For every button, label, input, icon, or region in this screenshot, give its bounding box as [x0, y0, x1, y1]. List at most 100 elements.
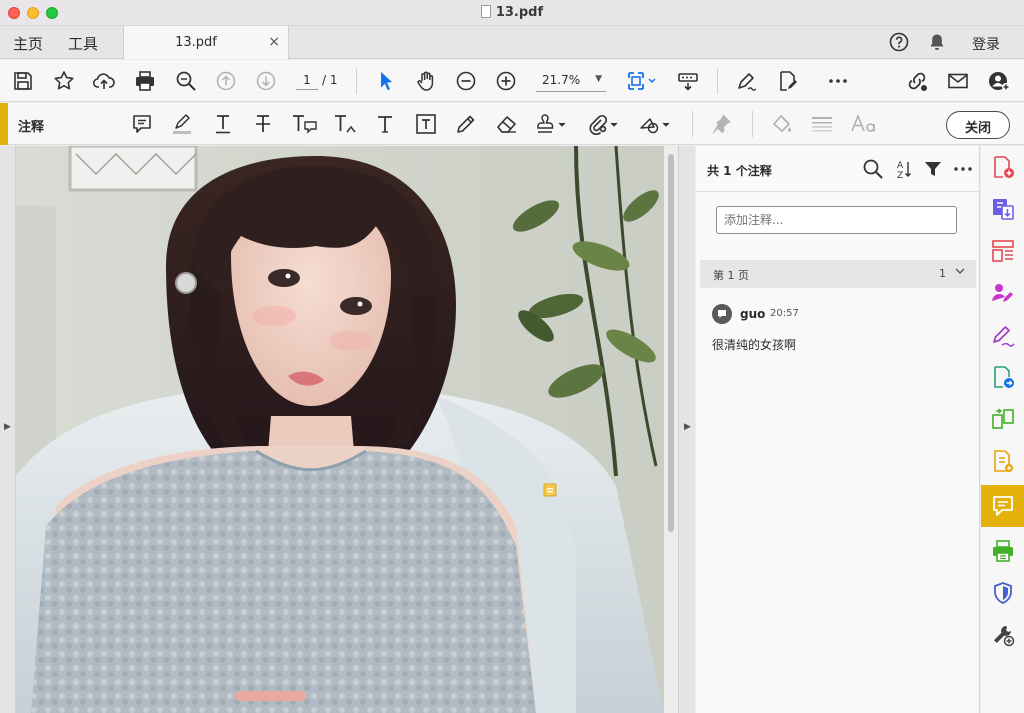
line-style-icon[interactable] — [810, 112, 834, 136]
scrollbar-thumb[interactable] — [668, 154, 674, 532]
add-comment-input[interactable] — [716, 206, 957, 234]
sort-az-icon[interactable]: AZ — [892, 158, 914, 181]
eraser-icon[interactable] — [495, 112, 519, 136]
attach-file-icon[interactable] — [587, 112, 619, 136]
save-icon[interactable] — [11, 69, 35, 93]
comment-author: guo — [740, 307, 766, 321]
create-pdf-icon[interactable] — [990, 154, 1016, 180]
window-title: 13.pdf — [495, 5, 544, 20]
edit-pdf-tool-icon[interactable] — [990, 364, 1016, 390]
fill-color-icon[interactable] — [770, 112, 794, 136]
comment-tool-active[interactable] — [981, 485, 1024, 527]
print-icon[interactable] — [133, 69, 157, 93]
tab-close-icon[interactable]: × — [268, 34, 280, 50]
document-icon — [480, 5, 491, 18]
text-box-icon[interactable] — [414, 112, 438, 136]
page-up-icon[interactable] — [214, 69, 238, 93]
replace-text-icon[interactable] — [291, 112, 319, 136]
toolbar-divider — [356, 68, 357, 94]
print-production-icon[interactable] — [990, 538, 1016, 564]
chevron-down-icon: ▼ — [595, 74, 602, 84]
comment-note-icon — [712, 304, 732, 324]
chevron-right-icon: ▶ — [684, 422, 691, 432]
panel-divider — [696, 191, 980, 192]
organize-pages-icon[interactable] — [990, 238, 1016, 264]
tools-sidebar — [981, 146, 1024, 713]
more-options-icon[interactable] — [826, 69, 850, 93]
shapes-icon[interactable] — [638, 112, 672, 136]
document-page-view[interactable] — [16, 146, 664, 713]
scroll-mode-icon[interactable] — [676, 69, 700, 93]
cloud-upload-icon[interactable] — [92, 69, 116, 93]
bookmark-star-icon[interactable] — [52, 69, 76, 93]
highlight-icon[interactable] — [170, 112, 194, 136]
sticky-note-icon[interactable] — [130, 112, 154, 136]
help-icon[interactable] — [889, 32, 909, 56]
compare-files-icon[interactable] — [990, 406, 1016, 432]
add-text-icon[interactable] — [373, 112, 397, 136]
fill-sign-icon[interactable] — [990, 322, 1016, 348]
window-title-wrap: 13.pdf — [0, 5, 1024, 20]
page-photo — [16, 146, 664, 713]
comment-toolbar: 注释 关闭 — [0, 103, 1024, 145]
font-style-icon[interactable] — [850, 112, 878, 136]
tab-document[interactable]: 13.pdf × — [123, 26, 289, 59]
svg-text:A: A — [897, 161, 904, 171]
zoom-value: 21.7% — [542, 73, 581, 87]
filter-icon[interactable] — [922, 158, 944, 180]
export-pdf-icon[interactable] — [990, 196, 1016, 222]
toolbar-divider — [752, 111, 753, 137]
comment-icon — [990, 493, 1016, 519]
pencil-draw-icon[interactable] — [454, 112, 478, 136]
zoom-select[interactable]: 21.7% ▼ — [536, 70, 606, 92]
comment-text: 很清纯的女孩啊 — [712, 338, 797, 352]
zoom-in-icon[interactable] — [494, 69, 518, 93]
page-total: / 1 — [322, 73, 338, 87]
sign-pen-icon[interactable] — [735, 69, 759, 93]
notification-bell-icon[interactable] — [927, 32, 947, 56]
tab-bar: 主页 工具 13.pdf × 登录 — [0, 26, 1024, 59]
email-icon[interactable] — [946, 69, 970, 93]
request-signature-icon[interactable] — [990, 280, 1016, 306]
document-scrollbar[interactable] — [664, 146, 678, 713]
toolbar-divider — [717, 68, 718, 94]
more-tools-icon[interactable] — [990, 622, 1016, 648]
select-cursor-icon[interactable] — [374, 69, 398, 93]
hand-pan-icon[interactable] — [414, 69, 438, 93]
toolbar-divider — [692, 111, 693, 137]
pin-icon[interactable] — [709, 112, 733, 136]
page-group-count: 1 — [939, 267, 946, 280]
add-user-icon[interactable] — [987, 69, 1011, 93]
stamp-icon[interactable] — [536, 112, 568, 136]
underline-text-icon[interactable] — [211, 112, 235, 136]
comment-mode-accent — [0, 103, 8, 145]
login-button[interactable]: 登录 — [972, 34, 1000, 54]
close-comment-button[interactable]: 关闭 — [946, 111, 1010, 139]
comment-time: 20:57 — [770, 308, 799, 319]
share-link-icon[interactable] — [905, 69, 929, 93]
zoom-out-icon[interactable] — [454, 69, 478, 93]
comments-panel-toggle[interactable]: ▶ — [678, 146, 695, 713]
nav-tools[interactable]: 工具 — [68, 33, 98, 54]
comment-mode-label: 注释 — [18, 120, 45, 135]
main-toolbar: 1 / 1 21.7% ▼ — [0, 60, 1024, 102]
title-bar: 13.pdf — [0, 0, 1024, 26]
comments-panel: 共 1 个注释 AZ 第 1 页 1 guo 20:57 很清纯的女孩啊 — [696, 146, 980, 713]
nav-home[interactable]: 主页 — [13, 33, 43, 54]
insert-text-icon[interactable] — [333, 112, 359, 136]
chevron-right-icon: ▶ — [4, 422, 11, 432]
scan-ocr-icon[interactable] — [990, 448, 1016, 474]
search-icon[interactable] — [862, 158, 884, 180]
protect-shield-icon[interactable] — [990, 580, 1016, 606]
page-down-icon[interactable] — [254, 69, 278, 93]
page-group-header[interactable]: 第 1 页 1 — [700, 260, 976, 288]
left-panel-toggle[interactable]: ▶ — [0, 146, 16, 713]
page-group-label: 第 1 页 — [713, 269, 749, 282]
strikethrough-text-icon[interactable] — [251, 112, 275, 136]
fit-page-icon[interactable] — [624, 69, 658, 93]
more-options-icon[interactable] — [952, 158, 974, 180]
comment-count: 共 1 个注释 — [707, 164, 772, 178]
page-number-input[interactable]: 1 — [296, 70, 318, 90]
search-zoom-icon[interactable] — [174, 69, 198, 93]
edit-pdf-icon[interactable] — [776, 69, 800, 93]
